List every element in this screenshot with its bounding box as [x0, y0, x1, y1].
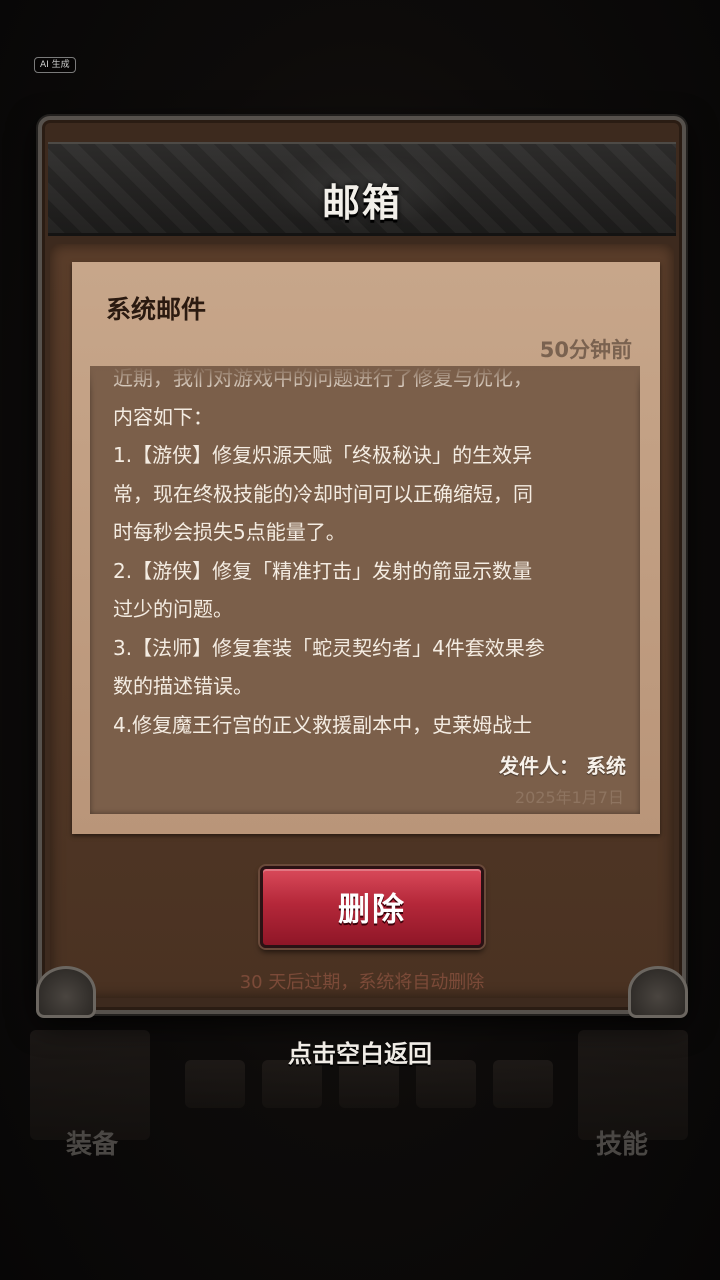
ai-generated-badge: AI 生成 [34, 57, 76, 73]
dialog-header: 邮箱 [48, 142, 676, 236]
screen[interactable]: AI 生成 装备 技能 邮箱 系统邮件 50分钟前 近期，我们对游戏中的问题进行… [0, 0, 720, 1280]
tap-blank-to-return[interactable]: 点击空白返回 [0, 1034, 720, 1069]
mail-body-line: 1.【游侠】修复炽源天赋「终极秘诀」的生效异 [113, 443, 533, 467]
scroll-fade [90, 366, 640, 392]
mail-date: 2025年1月7日 [514, 788, 624, 807]
mail-body-line: 数的描述错误。 [113, 674, 253, 698]
corner-ornament-right-icon [628, 966, 688, 1018]
delete-button[interactable]: 删除 [260, 866, 484, 948]
mailbox-dialog: 邮箱 系统邮件 50分钟前 近期，我们对游戏中的问题进行了修复与优化， 内容如下… [36, 116, 688, 1018]
mail-body-line: 4.修复魔王行宫的正义救援副本中，史莱姆战士 [113, 712, 533, 737]
mail-body-line: 2.【游侠】修复「精准打击」发射的箭显示数量 [113, 558, 533, 583]
mail-time: 50分钟前 [539, 338, 632, 362]
mail-body-line: 内容如下： [113, 404, 213, 429]
background-tab-equipment: 装备 [66, 1130, 119, 1160]
mail-body-line: 时每秒会损失5点能量了。 [113, 520, 346, 544]
corner-ornament-left-icon [36, 966, 96, 1018]
dialog-title: 邮箱 [321, 181, 402, 225]
mail-sender: 发件人： 系统 [499, 754, 626, 778]
mail-title: 系统邮件 [106, 295, 207, 324]
mail-body[interactable]: 近期，我们对游戏中的问题进行了修复与优化， 内容如下： 1.【游侠】修复炽源天赋… [90, 366, 640, 814]
dialog-content: 系统邮件 50分钟前 近期，我们对游戏中的问题进行了修复与优化， 内容如下： 1… [50, 244, 674, 998]
expire-note: 30 天后过期，系统将自动删除 [239, 972, 485, 993]
mail-body-line: 3.【法师】修复套装「蛇灵契约者」4件套效果参 [113, 635, 545, 660]
mail-body-line: 常，现在终极技能的冷却时间可以正确缩短，同 [113, 481, 533, 506]
mail-body-line: 过少的问题。 [113, 597, 233, 621]
background-tab-skills: 技能 [596, 1130, 649, 1160]
mail-paper: 系统邮件 50分钟前 近期，我们对游戏中的问题进行了修复与优化， 内容如下： 1… [72, 262, 660, 834]
mail-body-text: 近期，我们对游戏中的问题进行了修复与优化， 内容如下： 1.【游侠】修复炽源天赋… [113, 366, 623, 744]
